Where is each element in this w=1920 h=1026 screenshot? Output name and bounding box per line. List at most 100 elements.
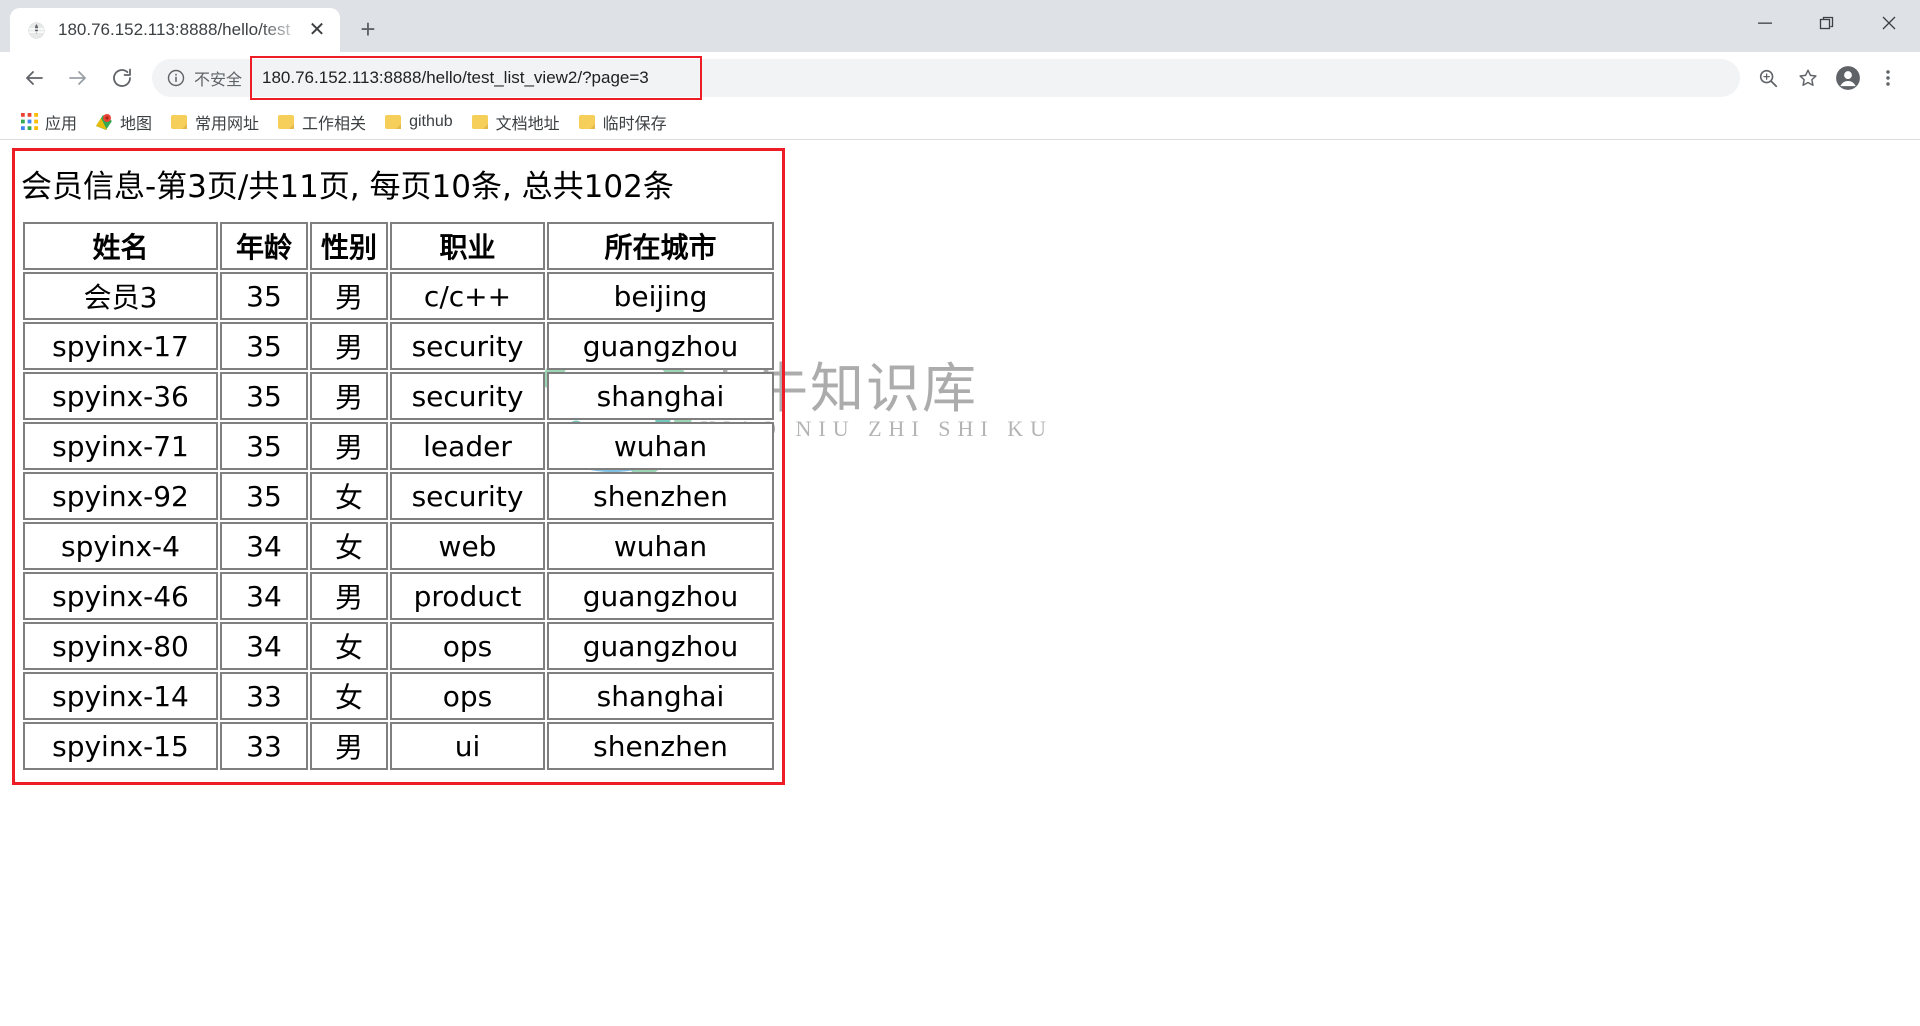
column-header-name: 姓名 bbox=[23, 222, 218, 271]
folder-icon bbox=[384, 113, 402, 131]
cell-age: 34 bbox=[220, 522, 308, 571]
cell-name: spyinx-71 bbox=[23, 422, 218, 471]
cell-gender: 女 bbox=[310, 522, 388, 571]
cell-city: shenzhen bbox=[547, 472, 774, 521]
zoom-in-icon[interactable] bbox=[1748, 56, 1788, 100]
tab-title: 180.76.152.113:8888/hello/test bbox=[58, 20, 291, 39]
bookmark-label: github bbox=[409, 112, 453, 130]
column-header-job: 职业 bbox=[390, 222, 545, 271]
three-dot-menu-icon[interactable] bbox=[1868, 56, 1908, 100]
cell-gender: 女 bbox=[310, 622, 388, 671]
table-body: 会员3 35 男 c/c++ beijing spyinx-17 35 男 se… bbox=[23, 272, 774, 771]
bookmark-item-linshibaocun[interactable]: 临时保存 bbox=[570, 108, 675, 136]
bookmark-item-gongzuoxiangguan[interactable]: 工作相关 bbox=[269, 108, 374, 136]
folder-icon bbox=[277, 113, 295, 131]
cell-gender: 男 bbox=[310, 322, 388, 371]
cell-name: spyinx-46 bbox=[23, 572, 218, 621]
cell-city: guangzhou bbox=[547, 322, 774, 371]
cell-age: 35 bbox=[220, 372, 308, 421]
cell-name: spyinx-36 bbox=[23, 372, 218, 421]
profile-avatar-icon[interactable] bbox=[1828, 56, 1868, 100]
cell-age: 35 bbox=[220, 422, 308, 471]
folder-icon bbox=[578, 113, 596, 131]
column-header-gender: 性别 bbox=[310, 222, 388, 271]
cell-gender: 男 bbox=[310, 272, 388, 321]
browser-window: 180.76.152.113:8888/hello/test ✕ + 不安全 1… bbox=[0, 0, 1920, 1026]
cell-age: 34 bbox=[220, 572, 308, 621]
url-highlight-annotation: 180.76.152.113:8888/hello/test_list_view… bbox=[250, 56, 703, 100]
cell-job: ui bbox=[390, 722, 545, 771]
cell-name: 会员3 bbox=[23, 272, 218, 321]
cell-gender: 女 bbox=[310, 672, 388, 721]
cell-name: spyinx-80 bbox=[23, 622, 218, 671]
bookmark-label: 文档地址 bbox=[495, 115, 560, 133]
cell-job: security bbox=[390, 472, 545, 521]
bookmark-label: 工作相关 bbox=[302, 115, 367, 133]
bookmark-item-changyongwangzhi[interactable]: 常用网址 bbox=[162, 108, 267, 136]
column-header-city: 所在城市 bbox=[547, 222, 774, 271]
cell-job: security bbox=[390, 372, 545, 421]
table-row: spyinx-17 35 男 security guangzhou bbox=[23, 322, 774, 371]
close-window-button[interactable] bbox=[1858, 0, 1920, 46]
table-row: spyinx-14 33 女 ops shanghai bbox=[23, 672, 774, 721]
close-tab-icon[interactable]: ✕ bbox=[304, 17, 330, 43]
cell-city: shanghai bbox=[547, 672, 774, 721]
cell-job: leader bbox=[390, 422, 545, 471]
cell-age: 34 bbox=[220, 622, 308, 671]
cell-name: spyinx-17 bbox=[23, 322, 218, 371]
maps-pin-icon bbox=[95, 113, 113, 131]
apps-grid-icon bbox=[20, 113, 38, 131]
cell-gender: 男 bbox=[310, 722, 388, 771]
table-row: spyinx-46 34 男 product guangzhou bbox=[23, 572, 774, 621]
cell-job: c/c++ bbox=[390, 272, 545, 321]
back-button[interactable] bbox=[12, 56, 56, 100]
info-circle-icon[interactable] bbox=[164, 66, 188, 90]
globe-icon bbox=[26, 20, 46, 40]
cell-age: 35 bbox=[220, 322, 308, 371]
cell-name: spyinx-15 bbox=[23, 722, 218, 771]
window-controls bbox=[1734, 0, 1920, 46]
cell-city: wuhan bbox=[547, 522, 774, 571]
cell-city: guangzhou bbox=[547, 622, 774, 671]
cell-job: product bbox=[390, 572, 545, 621]
table-row: spyinx-15 33 男 ui shenzhen bbox=[23, 722, 774, 771]
folder-icon bbox=[170, 113, 188, 131]
table-row: 会员3 35 男 c/c++ beijing bbox=[23, 272, 774, 321]
cell-gender: 男 bbox=[310, 372, 388, 421]
bookmark-item-wendangdizhi[interactable]: 文档地址 bbox=[463, 108, 568, 136]
new-tab-button[interactable]: + bbox=[348, 9, 388, 49]
bookmark-item-github[interactable]: github bbox=[376, 108, 461, 136]
cell-name: spyinx-92 bbox=[23, 472, 218, 521]
table-head: 姓名 年龄 性别 职业 所在城市 bbox=[23, 222, 774, 271]
bookmark-item-maps[interactable]: 地图 bbox=[87, 108, 160, 136]
table-row: spyinx-71 35 男 leader wuhan bbox=[23, 422, 774, 471]
table-row: spyinx-36 35 男 security shanghai bbox=[23, 372, 774, 421]
url-input[interactable]: 180.76.152.113:8888/hello/test_list_view… bbox=[262, 68, 649, 88]
cell-city: beijing bbox=[547, 272, 774, 321]
cell-name: spyinx-4 bbox=[23, 522, 218, 571]
reload-button[interactable] bbox=[100, 56, 144, 100]
table-row: spyinx-80 34 女 ops guangzhou bbox=[23, 622, 774, 671]
cell-age: 35 bbox=[220, 272, 308, 321]
browser-tab[interactable]: 180.76.152.113:8888/hello/test ✕ bbox=[10, 8, 340, 52]
minimize-button[interactable] bbox=[1734, 0, 1796, 46]
cell-city: shenzhen bbox=[547, 722, 774, 771]
star-icon[interactable] bbox=[1788, 56, 1828, 100]
restore-button[interactable] bbox=[1796, 0, 1858, 46]
address-bar[interactable]: 不安全 180.76.152.113:8888/hello/test_list_… bbox=[152, 56, 1740, 100]
forward-button[interactable] bbox=[56, 56, 100, 100]
cell-city: wuhan bbox=[547, 422, 774, 471]
cell-age: 33 bbox=[220, 672, 308, 721]
bookmark-label: 地图 bbox=[120, 115, 153, 133]
cell-job: security bbox=[390, 322, 545, 371]
bookmark-label: 常用网址 bbox=[195, 115, 260, 133]
bookmark-item-apps[interactable]: 应用 bbox=[12, 108, 85, 136]
page-title: 会员信息-第3页/共11页, 每页10条, 总共102条 bbox=[21, 169, 674, 205]
table-row: spyinx-4 34 女 web wuhan bbox=[23, 522, 774, 571]
cell-name: spyinx-14 bbox=[23, 672, 218, 721]
cell-age: 33 bbox=[220, 722, 308, 771]
bookmark-label: 应用 bbox=[45, 115, 78, 133]
member-info-table: 姓名 年龄 性别 职业 所在城市 会员3 35 男 c/c++ beijing bbox=[21, 220, 776, 772]
cell-city: shanghai bbox=[547, 372, 774, 421]
bookmarks-bar: 应用 地图 常用网址 工作相关 github 文档地址 临时保存 bbox=[0, 104, 1920, 140]
